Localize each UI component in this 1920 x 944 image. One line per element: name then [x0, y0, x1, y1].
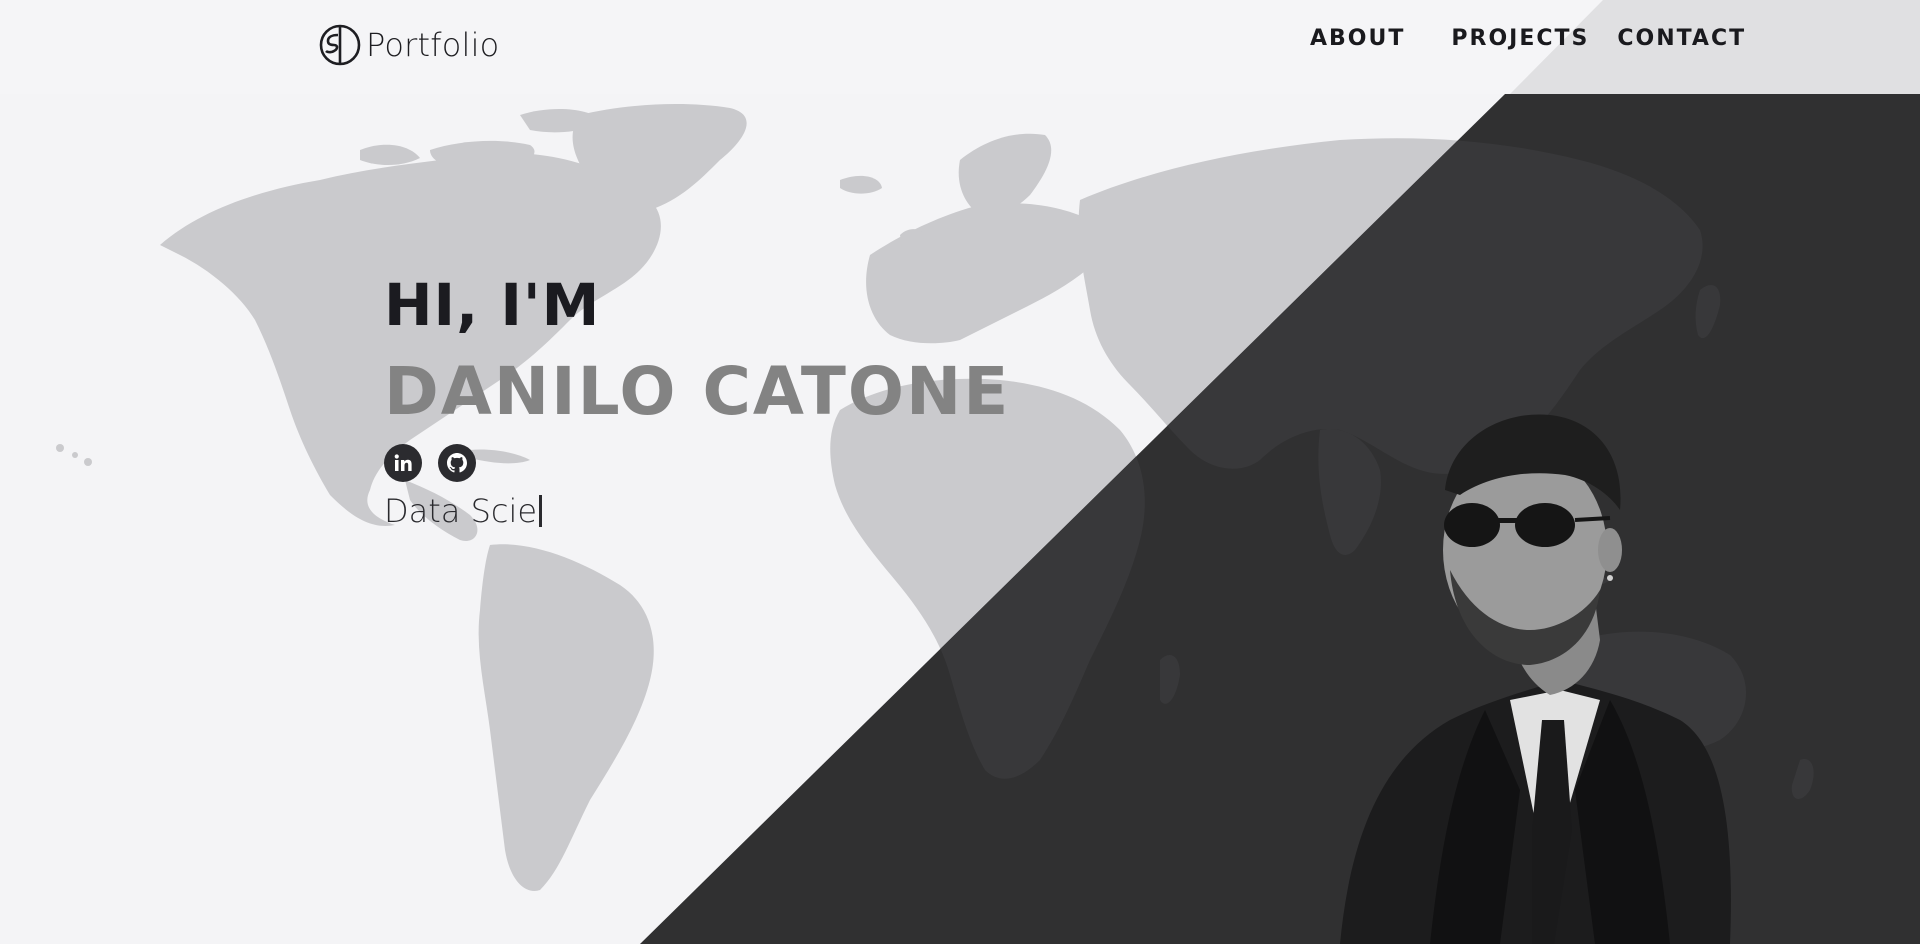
linkedin-link[interactable]: [384, 444, 422, 482]
nav-link-about[interactable]: ABOUT: [1310, 26, 1405, 51]
nav-link-projects[interactable]: PROJECTS: [1451, 26, 1589, 51]
profile-portrait: [1340, 414, 1731, 944]
portfolio-page: Portfolio ABOUT PROJECTS CONTACT HI, I'M…: [0, 0, 1920, 944]
main-nav: ABOUT PROJECTS CONTACT: [1300, 26, 1746, 51]
hero-section: HI, I'M DANILO CATONE Data Scie: [384, 272, 1010, 530]
hero-name: DANILO CATONE: [384, 353, 1011, 430]
sd-monogram-icon: [319, 24, 361, 66]
brand-logo-link[interactable]: Portfolio: [318, 23, 499, 67]
typing-cursor: [539, 495, 543, 527]
typed-role-value: Data Scie: [384, 492, 538, 530]
social-links: [384, 444, 1010, 482]
typed-role-text: Data Scie: [384, 492, 1010, 530]
github-link[interactable]: [438, 444, 476, 482]
linkedin-icon: [394, 454, 412, 471]
nav-link-contact[interactable]: CONTACT: [1617, 26, 1746, 51]
hero-greeting: HI, I'M: [384, 271, 601, 339]
brand-logo-text: Portfolio: [366, 26, 500, 64]
github-icon: [447, 453, 467, 473]
